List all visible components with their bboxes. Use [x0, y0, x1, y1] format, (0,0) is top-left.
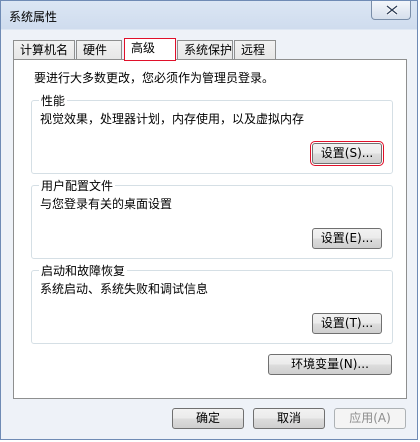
tab-remote[interactable]: 远程 [234, 40, 276, 60]
startup-recovery-group: 启动和故障恢复 系统启动、系统失败和调试信息 设置(T)... [31, 262, 393, 344]
tab-system-protection[interactable]: 系统保护 [177, 40, 233, 60]
system-properties-window: 系统属性 计算机名 硬件 高级 系统保护 远程 要进行大多数更改，您必须作为管理… [0, 0, 418, 440]
performance-description: 视觉效果，处理器计划，内存使用，以及虚拟内存 [40, 112, 305, 126]
tab-advanced[interactable]: 高级 [124, 38, 176, 61]
user-profiles-settings-button[interactable]: 设置(E)... [312, 228, 382, 249]
performance-title: 性能 [39, 92, 68, 109]
apply-button[interactable]: 应用(A) [334, 408, 406, 429]
title-bar[interactable]: 系统属性 [1, 1, 417, 31]
tab-strip: 计算机名 硬件 高级 系统保护 远程 [13, 38, 413, 61]
close-icon [386, 5, 398, 15]
environment-variables-button[interactable]: 环境变量(N)... [268, 354, 392, 375]
cancel-button[interactable]: 取消 [253, 408, 325, 429]
performance-group: 性能 视觉效果，处理器计划，内存使用，以及虚拟内存 设置(S)... [31, 92, 393, 174]
admin-notice: 要进行大多数更改，您必须作为管理员登录。 [34, 71, 275, 85]
user-profiles-description: 与您登录有关的桌面设置 [40, 197, 173, 211]
window-title: 系统属性 [9, 10, 58, 24]
startup-recovery-title: 启动和故障恢复 [39, 262, 128, 279]
tab-computer-name[interactable]: 计算机名 [13, 40, 75, 60]
ok-button[interactable]: 确定 [172, 408, 244, 429]
user-profiles-title: 用户配置文件 [39, 177, 116, 194]
performance-settings-button[interactable]: 设置(S)... [310, 141, 384, 166]
advanced-tab-panel: 要进行大多数更改，您必须作为管理员登录。 性能 视觉效果，处理器计划，内存使用，… [13, 59, 407, 399]
user-profiles-group: 用户配置文件 与您登录有关的桌面设置 设置(E)... [31, 177, 393, 259]
tab-hardware[interactable]: 硬件 [76, 40, 122, 60]
close-button[interactable] [371, 1, 411, 20]
startup-recovery-settings-button[interactable]: 设置(T)... [312, 313, 382, 334]
startup-recovery-description: 系统启动、系统失败和调试信息 [40, 282, 209, 296]
